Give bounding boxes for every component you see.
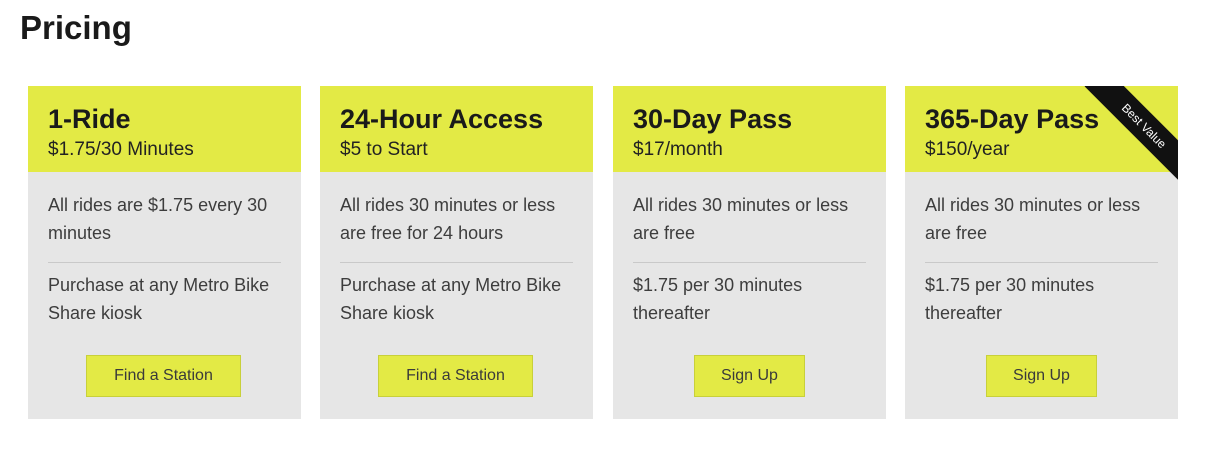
find-a-station-button[interactable]: Find a Station: [86, 355, 241, 397]
plan-card-30-day-pass: 30-Day Pass $17/month All rides 30 minut…: [613, 86, 886, 419]
plan-body: All rides 30 minutes or less are free fo…: [320, 191, 593, 327]
plan-header: 30-Day Pass $17/month: [613, 86, 886, 172]
plan-feature: Purchase at any Metro Bike Share kiosk: [48, 275, 270, 323]
find-a-station-button[interactable]: Find a Station: [378, 355, 533, 397]
plan-body: All rides are $1.75 every 30 minutes Pur…: [28, 191, 301, 327]
divider: [48, 262, 281, 263]
plan-feature: All rides 30 minutes or less are free: [925, 195, 1141, 243]
divider: [633, 262, 866, 263]
plan-header: 1-Ride $1.75/30 Minutes: [28, 86, 301, 172]
plan-feature: All rides 30 minutes or less are free fo…: [340, 195, 556, 243]
plan-card-365-day-pass: 365-Day Pass $150/year All rides 30 minu…: [905, 86, 1178, 419]
plan-name: 24-Hour Access: [340, 104, 544, 134]
best-value-ribbon: Best Value: [1078, 86, 1178, 186]
plan-price: $1.75/30 Minutes: [48, 139, 194, 160]
plan-card-24-hour-access: 24-Hour Access $5 to Start All rides 30 …: [320, 86, 593, 419]
sign-up-button[interactable]: Sign Up: [986, 355, 1097, 397]
best-value-badge: Best Value: [1084, 86, 1178, 186]
plan-name: 30-Day Pass: [633, 104, 793, 134]
plan-feature: $1.75 per 30 minutes thereafter: [633, 275, 803, 323]
plan-card-1-ride: 1-Ride $1.75/30 Minutes All rides are $1…: [28, 86, 301, 419]
plan-name: 1-Ride: [48, 104, 131, 134]
plan-feature: All rides are $1.75 every 30 minutes: [48, 195, 268, 243]
plan-feature: Purchase at any Metro Bike Share kiosk: [340, 275, 562, 323]
plan-price: $17/month: [633, 139, 723, 160]
plan-feature: $1.75 per 30 minutes thereafter: [925, 275, 1095, 323]
sign-up-button[interactable]: Sign Up: [694, 355, 805, 397]
divider: [925, 262, 1158, 263]
plan-body: All rides 30 minutes or less are free $1…: [905, 191, 1178, 327]
divider: [340, 262, 573, 263]
plan-price: $5 to Start: [340, 139, 428, 160]
plan-body: All rides 30 minutes or less are free $1…: [613, 191, 886, 327]
plan-header: 24-Hour Access $5 to Start: [320, 86, 593, 172]
page-title: Pricing: [20, 9, 132, 46]
plan-feature: All rides 30 minutes or less are free: [633, 195, 849, 243]
